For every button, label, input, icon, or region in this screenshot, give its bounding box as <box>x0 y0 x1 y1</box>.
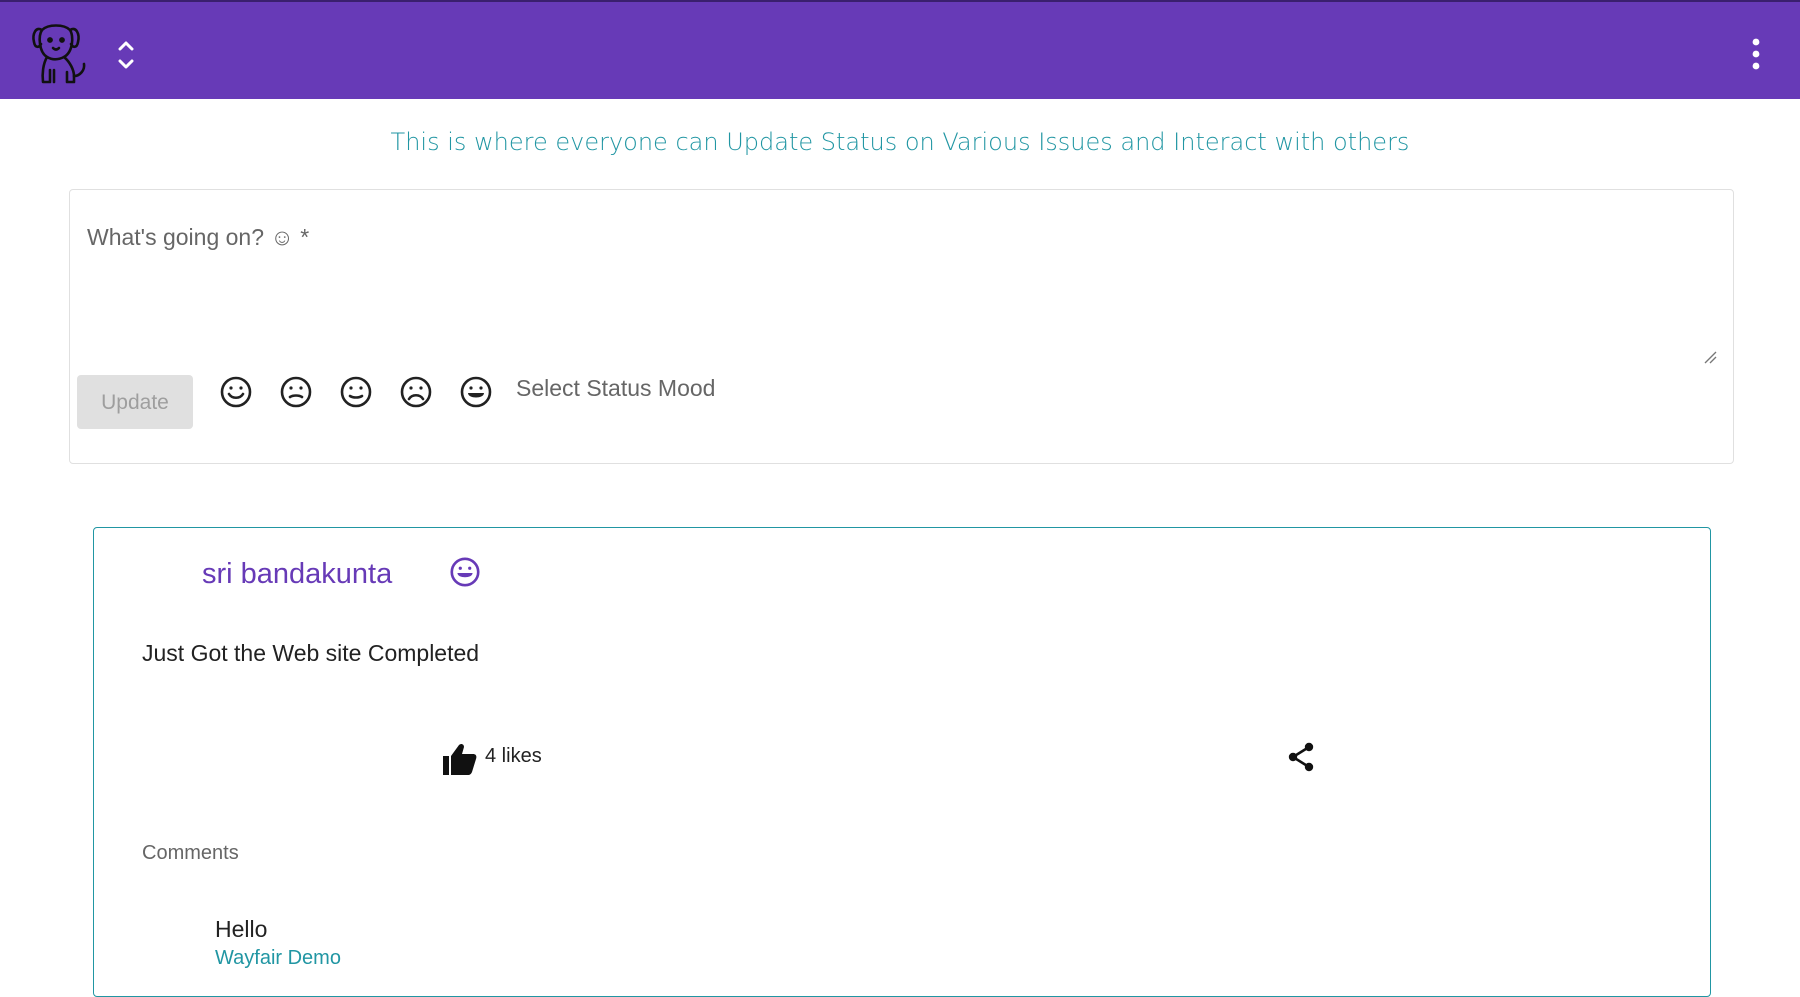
grin-icon[interactable] <box>458 374 494 410</box>
thumb-up-icon[interactable] <box>442 741 478 777</box>
comment-text: Hello <box>215 916 268 942</box>
update-button[interactable]: Update <box>77 375 193 429</box>
status-input[interactable] <box>86 212 1720 366</box>
status-composer: What's going on? ☺ * Update Select Statu… <box>69 189 1734 464</box>
sad-face-icon[interactable] <box>398 374 434 410</box>
share-icon[interactable] <box>1284 740 1318 774</box>
comments-heading: Comments <box>142 842 239 864</box>
slight-smile-icon[interactable] <box>338 374 374 410</box>
status-mood-label: Select Status Mood <box>516 375 716 401</box>
neutral-face-icon[interactable] <box>278 374 314 410</box>
page-tagline: This is where everyone can Update Status… <box>390 128 1410 156</box>
app-toolbar <box>0 0 1800 99</box>
smile-icon[interactable] <box>218 374 254 410</box>
post-text: Just Got the Web site Completed <box>142 640 480 666</box>
more-vert-icon[interactable] <box>1750 38 1762 70</box>
status-post-card: sri bandakunta Just Got the Web site Com… <box>93 527 1711 997</box>
post-author[interactable]: sri bandakunta <box>202 558 392 591</box>
resize-handle-icon[interactable] <box>1703 350 1717 364</box>
unfold-icon[interactable] <box>116 38 136 72</box>
likes-count: 4 likes <box>485 745 542 767</box>
puppy-logo-icon[interactable] <box>30 20 90 86</box>
comment-author-link[interactable]: Wayfair Demo <box>215 947 341 970</box>
grin-icon <box>450 557 480 587</box>
